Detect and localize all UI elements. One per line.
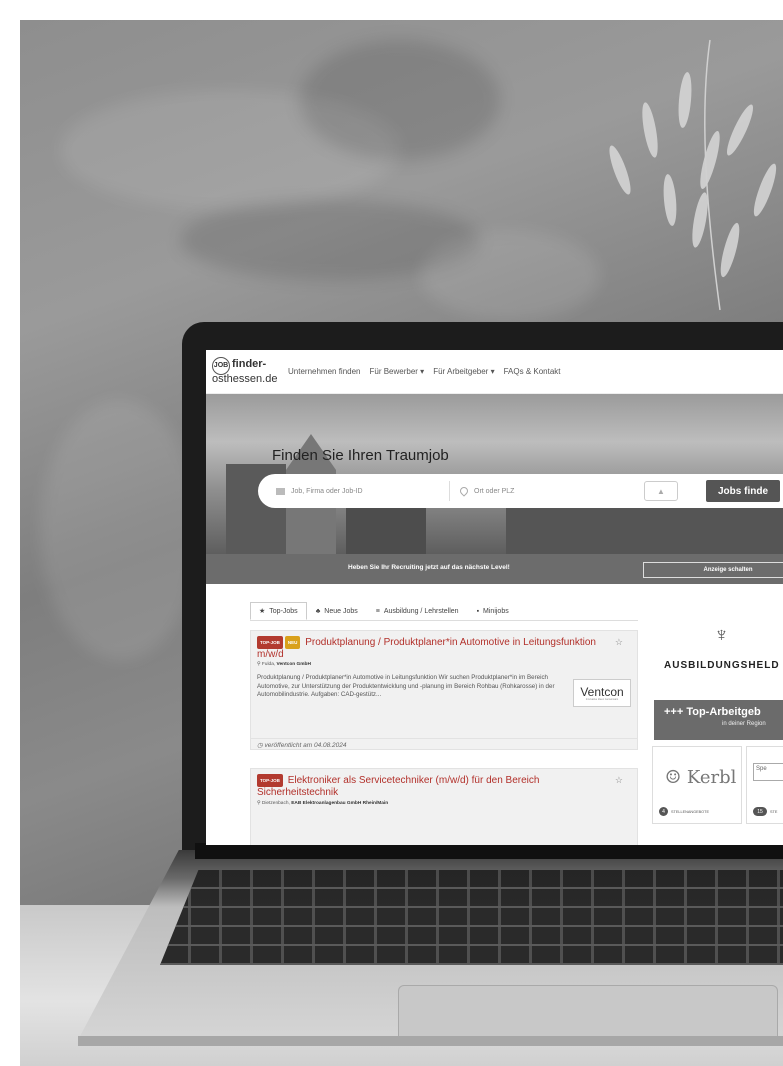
search-bar: Job, Firma oder Job-ID Ort oder PLZ ▲ Jo… xyxy=(258,474,783,508)
job-alert-button[interactable]: ▲ xyxy=(644,481,678,501)
job-title[interactable]: TOP-JOB NEU Produktplanung / Produktplane… xyxy=(257,636,597,660)
laptop-hinge xyxy=(195,843,783,859)
nav-link-arbeitgeber[interactable]: Für Arbeitgeber ▾ xyxy=(433,367,494,376)
promo-bar: Heben Sie Ihr Recruiting jetzt auf das n… xyxy=(206,554,783,584)
top-employers-header: +++ Top-Arbeitgeb in deiner Region xyxy=(654,700,783,740)
logo-line1: finder- xyxy=(232,357,267,370)
hero-banner: Finden Sie Ihren Traumjob Job, Firma ode… xyxy=(206,394,783,554)
hero-emblem-icon: ♆ xyxy=(714,624,729,646)
job-card[interactable]: TOP-JOB Elektroniker als Servicetechnike… xyxy=(250,768,638,845)
bookmark-star-icon[interactable]: ☆ xyxy=(615,775,623,786)
location-input[interactable]: Ort oder PLZ xyxy=(450,481,640,501)
star-icon: ★ xyxy=(259,608,266,615)
ausbildungsheld-banner[interactable]: ♆ AUSBILDUNGSHELD xyxy=(664,620,783,690)
promo-text: Heben Sie Ihr Recruiting jetzt auf das n… xyxy=(348,564,510,571)
job-company: Ventcon GmbH xyxy=(276,662,311,667)
location-placeholder: Ort oder PLZ xyxy=(474,487,515,495)
job-count: 4 STELLENANGEBOTE xyxy=(659,807,709,816)
job-location: ⚲ Dietzenbach, EAB Elektroanlagenbau Gmb… xyxy=(257,801,389,806)
laptop-screen: JOB finder- osthessen.de Unternehmen fin… xyxy=(206,350,783,845)
kerbl-logo: ☺ Kerbl xyxy=(665,767,737,788)
employer-logo: Spe xyxy=(753,763,783,781)
employer-card-kerbl[interactable]: ☺ Kerbl 4 STELLENANGEBOTE xyxy=(652,746,742,824)
job-search-placeholder: Job, Firma oder Job-ID xyxy=(291,487,363,495)
published-date: ◷ veröffentlicht am 04.08.2024 xyxy=(251,738,637,750)
tab-minijobs[interactable]: ▪ Minijobs xyxy=(468,602,518,620)
bell-icon: ▲ xyxy=(657,486,665,496)
tab-ausbildung[interactable]: ≡ Ausbildung / Lehrstellen xyxy=(367,602,468,620)
new-icon: ♣ xyxy=(315,607,321,615)
tab-top-jobs[interactable]: ★ Top-Jobs xyxy=(250,602,307,620)
top-employers-subtitle: in deiner Region xyxy=(722,721,766,727)
nav-link-faqs[interactable]: FAQs & Kontakt xyxy=(504,367,561,376)
job-card[interactable]: TOP-JOB NEU Produktplanung / Produktplane… xyxy=(250,630,638,750)
ausbildungsheld-text: AUSBILDUNGSHELD xyxy=(664,660,780,671)
oat-plant-decoration xyxy=(609,39,777,311)
bookmark-star-icon[interactable]: ☆ xyxy=(615,637,623,648)
job-description: Produktplanung / Produktplaner*in Automo… xyxy=(257,674,555,699)
top-job-badge: TOP-JOB xyxy=(257,636,283,649)
location-pin-icon xyxy=(458,485,470,497)
top-employers-title: +++ Top-Arbeitgeb xyxy=(664,706,761,718)
place-ad-button[interactable]: Anzeige schalten xyxy=(643,562,783,578)
job-company: EAB Elektroanlagenbau GmbH Rhein/Main xyxy=(291,801,389,806)
employer-card-2[interactable]: Spe 15 STE xyxy=(746,746,783,824)
job-count: 15 STE xyxy=(753,807,777,816)
clock-icon: ◷ xyxy=(257,742,263,749)
chart-icon: ▪ xyxy=(476,607,480,615)
job-title[interactable]: TOP-JOB Elektroniker als Servicetechnike… xyxy=(257,774,597,798)
new-badge: NEU xyxy=(284,636,301,649)
tab-neue-jobs[interactable]: ♣ Neue Jobs xyxy=(307,602,367,620)
pin-icon: ⚲ xyxy=(257,801,261,806)
job-search-input[interactable]: Job, Firma oder Job-ID xyxy=(258,481,450,501)
find-jobs-button[interactable]: Jobs finde xyxy=(706,480,781,502)
pin-icon: ⚲ xyxy=(257,662,261,667)
job-tabs: ★ Top-Jobs ♣ Neue Jobs ≡ Ausbildung / Le… xyxy=(250,602,518,620)
briefcase-icon xyxy=(276,487,285,495)
hero-title: Finden Sie Ihren Traumjob xyxy=(272,447,449,464)
site-navigation: JOB finder- osthessen.de Unternehmen fin… xyxy=(206,350,783,394)
site-logo[interactable]: JOB finder- osthessen.de xyxy=(212,355,282,389)
nav-link-bewerber[interactable]: Für Bewerber ▾ xyxy=(370,367,425,376)
top-job-badge: TOP-JOB xyxy=(257,774,283,787)
list-icon: ≡ xyxy=(375,607,380,615)
nav-link-unternehmen[interactable]: Unternehmen finden xyxy=(288,367,361,376)
logo-line2: osthessen.de xyxy=(212,372,278,385)
job-location: ⚲ Fulda, Ventcon GmbH xyxy=(257,662,311,667)
nav-links: Unternehmen finden Für Bewerber ▾ Für Ar… xyxy=(288,367,561,376)
company-logo: Ventcon Innovative Ideen Gemeinsam xyxy=(573,679,631,707)
